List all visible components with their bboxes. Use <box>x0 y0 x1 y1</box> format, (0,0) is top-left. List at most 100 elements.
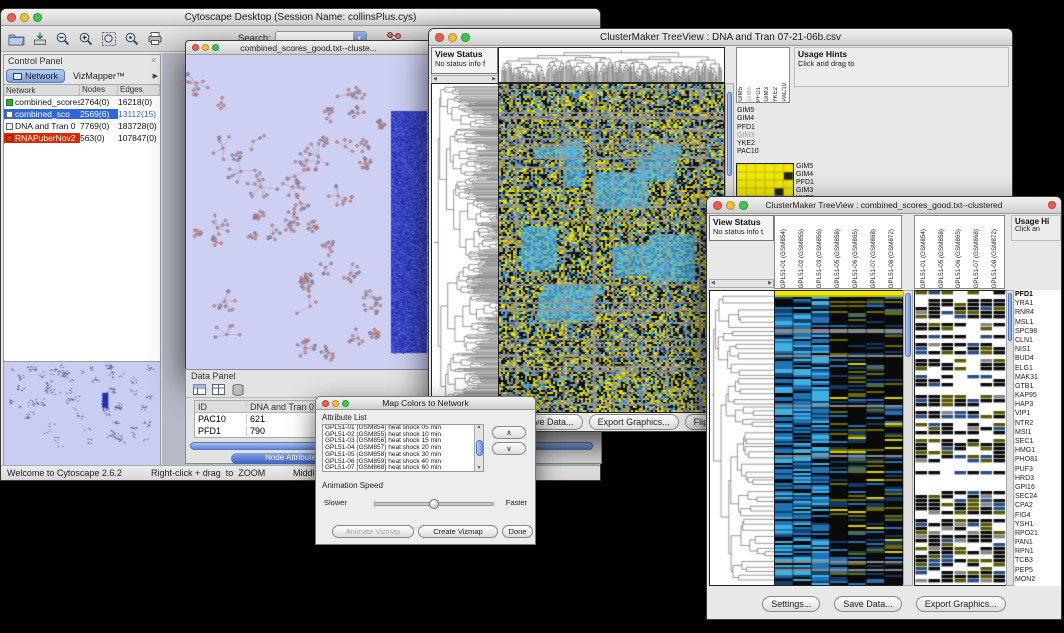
open-folder-icon[interactable] <box>7 29 26 48</box>
h-scrollbar[interactable]: ◀ ▶ <box>709 279 774 288</box>
settings-button[interactable]: Settings... <box>762 596 820 612</box>
column-header[interactable]: GPL51-08 (GSM872) <box>986 216 1004 288</box>
move-up-button[interactable]: ∧ <box>492 426 526 439</box>
gene-label[interactable]: MSL1 <box>1015 318 1061 327</box>
gene-label[interactable]: KAP95 <box>1015 391 1061 400</box>
row-label[interactable]: GIM5 <box>737 107 789 115</box>
close-button[interactable] <box>7 13 16 22</box>
gene-label[interactable]: RPN1 <box>1015 547 1061 556</box>
network-row[interactable]: combined_scores 2764(0) 16218(0) <box>4 96 160 108</box>
gene-label[interactable]: MSI1 <box>1015 428 1061 437</box>
scroll-right-icon[interactable]: ▶ <box>768 281 772 286</box>
done-button[interactable]: Done <box>502 525 533 538</box>
gene-label[interactable]: PAN1 <box>1015 538 1061 547</box>
gene-label[interactable]: VIP1 <box>1015 409 1061 418</box>
heatmap-canvas[interactable] <box>498 83 725 413</box>
cytoscape-titlebar[interactable]: Cytoscape Desktop (Session Name: collins… <box>1 9 600 26</box>
matrix-label[interactable]: GIM5 <box>796 163 844 171</box>
animate-vizmap-button[interactable]: Animate Vizmap <box>332 525 414 538</box>
scrollbar-thumb[interactable] <box>1008 293 1012 341</box>
scroll-down-icon[interactable]: ▼ <box>477 466 482 471</box>
gene-label[interactable]: RNR4 <box>1015 308 1061 317</box>
column-header[interactable]: YKE2 <box>772 48 781 102</box>
panel-close-icon[interactable] <box>1048 201 1056 209</box>
gene-label[interactable]: GPI16 <box>1015 483 1061 492</box>
zoom-fit-icon[interactable] <box>99 29 118 48</box>
dialog-titlebar[interactable]: Map Colors to Network <box>316 397 535 410</box>
minimize-button[interactable] <box>202 44 209 51</box>
gene-label[interactable]: CLN1 <box>1015 336 1061 345</box>
minimize-button[interactable] <box>20 13 29 22</box>
row-label[interactable]: PFD1 <box>737 124 789 132</box>
minimize-button[interactable] <box>332 400 339 407</box>
network-row[interactable]: DNA and Tran 0 7769(0) 183728(0) <box>4 120 160 132</box>
zoom-selected-icon[interactable] <box>122 29 141 48</box>
tab-network[interactable]: Network <box>6 69 65 83</box>
row-label[interactable]: YKE2 <box>737 140 789 148</box>
network-canvas[interactable] <box>186 55 431 369</box>
network-view-titlebar[interactable]: combined_scores_good.txt--cluste... <box>186 41 431 55</box>
column-header[interactable]: GPL51-05 (GSM858) <box>933 216 951 288</box>
column-header[interactable]: GPL51-02 (GSM855) <box>793 216 811 288</box>
dendrogram-left-canvas[interactable] <box>709 290 775 586</box>
gene-label[interactable]: NTR2 <box>1015 419 1061 428</box>
maximize-button[interactable] <box>342 400 349 407</box>
scrollbar-thumb[interactable] <box>476 440 483 456</box>
slider-thumb[interactable] <box>429 499 439 509</box>
gene-label[interactable]: GTB1 <box>1015 382 1061 391</box>
speed-slider[interactable] <box>374 502 494 506</box>
row-label[interactable]: PAC10 <box>737 148 789 156</box>
scrollbar-thumb[interactable] <box>905 293 911 357</box>
dendrogram-left-canvas[interactable] <box>431 83 499 413</box>
attribute-db-icon[interactable] <box>230 383 245 396</box>
gene-label[interactable]: HAP3 <box>1015 400 1061 409</box>
tab-vizmapper[interactable]: VizMapper™ <box>67 70 131 82</box>
column-header[interactable]: GPL51-07 (GSM868) <box>968 216 986 288</box>
maximize-button[interactable] <box>33 13 42 22</box>
gene-label[interactable]: BUD4 <box>1015 354 1061 363</box>
column-header[interactable]: GPL51-07 (GSM868) <box>865 216 883 288</box>
printer-icon[interactable] <box>145 29 164 48</box>
scroll-left-icon[interactable]: ◀ <box>711 281 715 286</box>
matrix-label[interactable]: PFD1 <box>796 179 844 187</box>
scroll-left-icon[interactable]: ◀ <box>433 77 437 82</box>
scrollbar-thumb[interactable] <box>727 92 732 176</box>
v-scrollbar[interactable] <box>903 290 913 586</box>
close-button[interactable] <box>192 44 199 51</box>
gene-label[interactable]: NIS1 <box>1015 345 1061 354</box>
gene-label[interactable]: PFD1 <box>1015 290 1061 299</box>
v-scrollbar-genes[interactable] <box>1006 290 1014 586</box>
row-label[interactable]: GIM4 <box>737 115 789 123</box>
row-label[interactable]: GIM3 <box>737 132 789 140</box>
column-header[interactable]: GPL51-08 (GSM872) <box>883 216 901 288</box>
attribute-listbox[interactable]: GPL51-01 (GSM854) heat shock 05 minGPL51… <box>322 424 484 472</box>
gene-label[interactable]: SEC24 <box>1015 492 1061 501</box>
column-header[interactable]: GPL51-06 (GSM865) <box>951 216 969 288</box>
control-panel-float-icon[interactable]: × <box>151 56 156 67</box>
gene-label[interactable]: PUF3 <box>1015 465 1061 474</box>
treeview-dna-titlebar[interactable]: ClusterMaker TreeView : DNA and Tran 07-… <box>429 29 1012 46</box>
maximize-button[interactable] <box>212 44 219 51</box>
gene-label[interactable]: YSH1 <box>1015 520 1061 529</box>
column-header[interactable]: GIM4 <box>746 48 755 102</box>
move-down-button[interactable]: ∨ <box>492 442 526 455</box>
gene-label[interactable]: CPA2 <box>1015 501 1061 510</box>
close-button[interactable] <box>322 400 329 407</box>
dendrogram-top-canvas[interactable] <box>498 47 725 83</box>
gene-label[interactable]: PEP5 <box>1015 566 1061 575</box>
gene-label[interactable]: PHO81 <box>1015 455 1061 464</box>
minimize-button[interactable] <box>448 33 457 42</box>
maximize-button[interactable] <box>461 33 470 42</box>
minimize-button[interactable] <box>726 201 735 210</box>
column-header[interactable]: PFD1 <box>754 48 763 102</box>
export-graphics-button[interactable]: Export Graphics... <box>589 414 679 430</box>
gene-label[interactable]: MON2 <box>1015 575 1061 584</box>
gene-label[interactable]: HMG1 <box>1015 446 1061 455</box>
gene-label[interactable]: FIG4 <box>1015 511 1061 520</box>
treeview-combined-titlebar[interactable]: ClusterMaker TreeView : combined_scores_… <box>707 197 1061 214</box>
gene-label[interactable]: RPO21 <box>1015 529 1061 538</box>
overview-canvas[interactable] <box>4 362 160 472</box>
close-button[interactable] <box>435 33 444 42</box>
column-header[interactable]: GPL51-05 (GSM858) <box>829 216 847 288</box>
close-button[interactable] <box>713 201 722 210</box>
